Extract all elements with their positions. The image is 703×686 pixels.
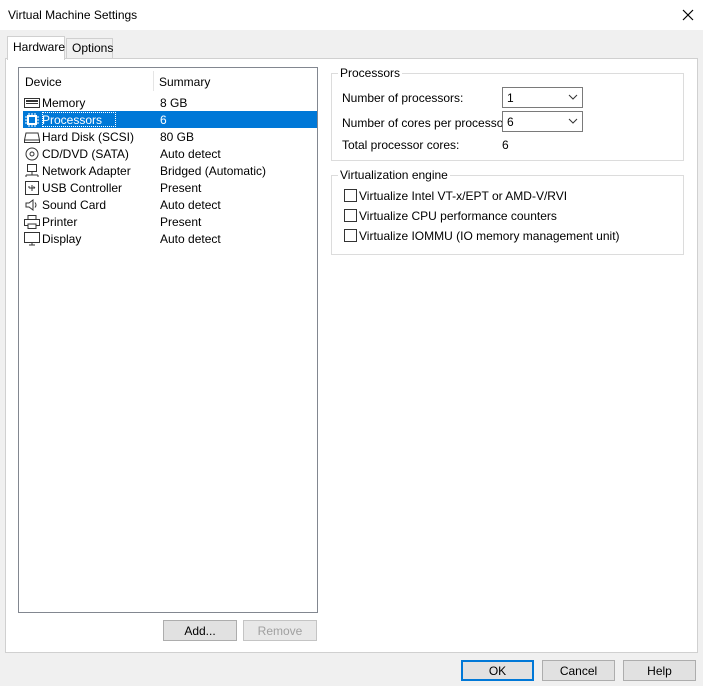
cancel-button-label: Cancel — [559, 663, 598, 678]
virtualize-perf-counters-label[interactable]: Virtualize CPU performance counters — [359, 209, 557, 223]
add-button-label: Add... — [184, 623, 216, 638]
device-row-hard-disk[interactable]: Hard Disk (SCSI) 80 GB — [23, 128, 317, 145]
device-summary: Present — [160, 215, 202, 229]
device-row-cd-dvd[interactable]: CD/DVD (SATA) Auto detect — [23, 145, 317, 162]
window-title: Virtual Machine Settings — [8, 8, 138, 22]
device-name: Printer — [42, 215, 78, 229]
device-list[interactable]: Device Summary Memory 8 GB Processors 6 … — [18, 67, 318, 613]
column-header-device[interactable]: Device — [25, 75, 62, 89]
usb-icon — [24, 180, 40, 195]
close-button[interactable] — [673, 0, 703, 30]
device-name: Display — [42, 232, 82, 246]
device-name: Processors — [42, 113, 103, 127]
speaker-icon — [24, 198, 40, 212]
virtualize-vtx-checkbox[interactable] — [344, 189, 357, 202]
remove-button-label: Remove — [257, 623, 303, 638]
device-summary: 8 GB — [160, 96, 188, 110]
processors-group: Processors Number of processors: 1 Numbe… — [331, 66, 684, 161]
device-summary: 6 — [160, 113, 167, 127]
virtualization-group: Virtualization engine Virtualize Intel V… — [331, 168, 684, 255]
device-name: USB Controller — [42, 181, 123, 195]
hard-disk-icon — [24, 130, 40, 144]
tab-options[interactable]: Options — [66, 38, 113, 58]
device-name: Hard Disk (SCSI) — [42, 130, 135, 144]
num-processors-select[interactable]: 1 — [502, 87, 583, 108]
column-header-summary[interactable]: Summary — [159, 75, 210, 89]
help-button[interactable]: Help — [623, 660, 696, 681]
virtualize-vtx-label[interactable]: Virtualize Intel VT-x/EPT or AMD-V/RVI — [359, 189, 567, 203]
device-row-sound-card[interactable]: Sound Card Auto detect — [23, 196, 317, 213]
device-name: Memory — [42, 96, 86, 110]
close-icon — [682, 9, 694, 21]
virtualization-group-title: Virtualization engine — [338, 168, 450, 182]
device-row-display[interactable]: Display Auto detect — [23, 230, 317, 247]
device-row-printer[interactable]: Printer Present — [23, 213, 317, 230]
monitor-icon — [24, 231, 40, 246]
help-button-label: Help — [647, 663, 672, 678]
cores-per-processor-select[interactable]: 6 — [502, 111, 583, 132]
device-summary: Auto detect — [160, 198, 221, 212]
ok-button[interactable]: OK — [461, 660, 534, 681]
device-summary: Auto detect — [160, 232, 221, 246]
virtualize-iommu-label[interactable]: Virtualize IOMMU (IO memory management u… — [359, 229, 620, 243]
remove-button[interactable]: Remove — [243, 620, 317, 641]
device-row-memory[interactable]: Memory 8 GB — [23, 94, 317, 111]
tab-hardware[interactable]: Hardware — [7, 36, 65, 60]
cancel-button[interactable]: Cancel — [542, 660, 615, 681]
cores-per-processor-label: Number of cores per processor: — [342, 116, 511, 130]
cd-dvd-icon — [24, 147, 40, 161]
processor-icon — [24, 112, 40, 127]
add-button[interactable]: Add... — [163, 620, 237, 641]
processors-group-title: Processors — [338, 66, 403, 80]
device-summary: Auto detect — [160, 147, 221, 161]
printer-icon — [24, 214, 40, 229]
device-row-usb-controller[interactable]: USB Controller Present — [23, 179, 317, 196]
chevron-down-icon — [568, 91, 578, 106]
column-separator[interactable] — [153, 71, 154, 91]
ok-button-label: OK — [488, 663, 507, 678]
title-bar: Virtual Machine Settings — [0, 0, 703, 30]
device-row-processors[interactable]: Processors 6 — [23, 111, 317, 128]
list-header: Device Summary — [19, 68, 317, 94]
chevron-down-icon — [568, 115, 578, 130]
num-processors-value: 1 — [507, 91, 514, 105]
memory-icon — [24, 96, 40, 110]
cores-per-processor-value: 6 — [507, 115, 514, 129]
device-row-network-adapter[interactable]: Network Adapter Bridged (Automatic) — [23, 162, 317, 179]
num-processors-label: Number of processors: — [342, 91, 464, 105]
virtualize-iommu-checkbox[interactable] — [344, 229, 357, 242]
device-name: Sound Card — [42, 198, 107, 212]
device-summary: Bridged (Automatic) — [160, 164, 267, 178]
network-adapter-icon — [24, 163, 40, 178]
virtualize-perf-counters-checkbox[interactable] — [344, 209, 357, 222]
device-name: Network Adapter — [42, 164, 131, 178]
device-name: CD/DVD (SATA) — [42, 147, 129, 161]
total-cores-label: Total processor cores: — [342, 138, 460, 152]
device-summary: 80 GB — [160, 130, 195, 144]
device-summary: Present — [160, 181, 202, 195]
total-cores-value: 6 — [502, 138, 509, 152]
